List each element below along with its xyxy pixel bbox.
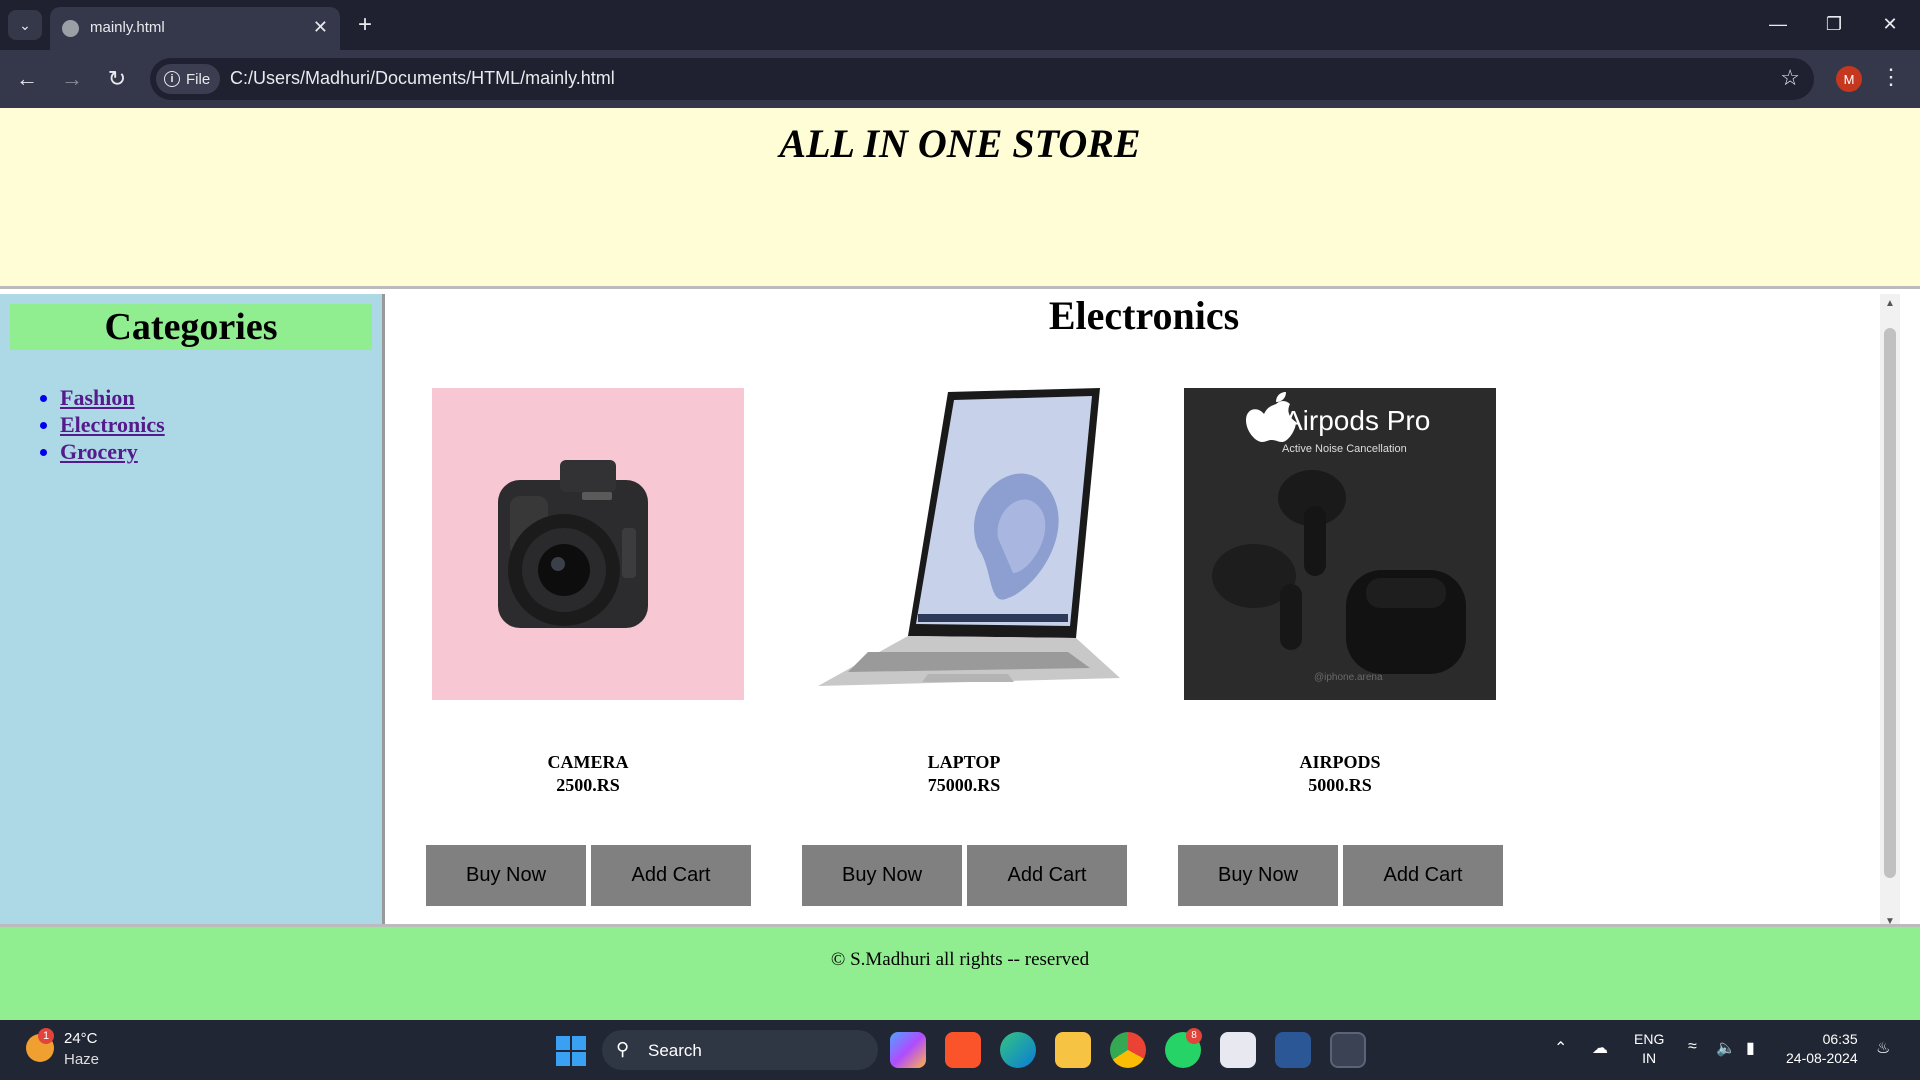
product-section: Electronics CAMERA 2500.RS Buy Now Add C… [388,293,1900,1034]
scrollbar-thumb[interactable] [1884,328,1896,878]
clock[interactable]: 06:35 24-08-2024 [1786,1030,1858,1068]
add-cart-button[interactable]: Add Cart [591,845,751,906]
globe-icon [62,20,79,37]
product-card-camera: CAMERA 2500.RS Buy Now Add Cart [388,388,751,908]
airpods-image[interactable]: Airpods Pro Active Noise Cancellation @i… [1184,388,1496,700]
airpods-image-subtitle: Active Noise Cancellation [1282,443,1407,455]
notification-bell-icon[interactable]: ♨ [1876,1038,1890,1058]
product-card-laptop: LAPTOP 75000.RS Buy Now Add Cart [764,388,1127,908]
browser-toolbar: ← → ↻ i File C:/Users/Madhuri/Documents/… [0,50,1920,108]
category-list: Fashion Electronics Grocery [38,384,165,465]
browser-tabstrip: ⌄ mainly.html ✕ + — ❐ ✕ [0,0,1920,50]
chrome-profile-icon[interactable] [1330,1032,1366,1068]
copilot-icon[interactable] [890,1032,926,1068]
page-footer: © S.Madhuri all rights -- reserved [0,924,1920,1020]
site-info-chip[interactable]: i File [156,64,221,94]
weather-temp: 24°C [64,1030,98,1047]
store-header: ALL IN ONE STORE [0,108,1920,289]
new-tab-button[interactable]: + [350,10,380,40]
chevron-down-icon: ⌄ [19,16,31,33]
clock-date: 24-08-2024 [1786,1050,1858,1066]
product-name: CAMERA [547,752,629,772]
back-arrow-icon[interactable]: ← [10,62,44,96]
category-link-electronics[interactable]: Electronics [60,412,165,437]
product-price: 2500.RS [556,775,620,795]
weather-badge: 1 [38,1028,54,1044]
category-item-fashion: Fashion [60,384,165,411]
scroll-up-icon[interactable]: ▲ [1884,298,1896,309]
buy-now-button[interactable]: Buy Now [802,845,962,906]
forward-arrow-icon[interactable]: → [55,62,89,96]
wifi-icon[interactable]: ≈ [1688,1038,1697,1056]
product-price: 5000.RS [1308,775,1372,795]
airpods-image-watermark: @iphone.arena [1314,672,1383,683]
product-card-airpods: Airpods Pro Active Noise Cancellation @i… [1140,388,1503,908]
lang-line2: IN [1642,1050,1657,1066]
brave-icon[interactable] [945,1032,981,1068]
clock-time: 06:35 [1822,1031,1858,1047]
restore-icon[interactable]: ❐ [1812,8,1856,40]
add-cart-button[interactable]: Add Cart [967,845,1127,906]
category-sidebar: Categories Fashion Electronics Grocery [0,294,385,1034]
camera-image[interactable] [432,388,744,700]
language-indicator[interactable]: ENG IN [1634,1030,1664,1068]
site-info-label: File [186,70,211,88]
category-item-electronics: Electronics [60,411,165,438]
window-close-icon[interactable]: ✕ [1868,8,1912,40]
product-price: 75000.RS [927,775,1001,795]
windows-start-icon[interactable] [556,1036,586,1066]
close-icon[interactable]: ✕ [313,17,328,38]
address-bar[interactable]: i File C:/Users/Madhuri/Documents/HTML/m… [150,58,1814,100]
info-icon: i [164,71,180,87]
product-name: AIRPODS [1299,752,1381,772]
categories-heading: Categories [10,304,372,350]
url-text[interactable]: C:/Users/Madhuri/Documents/HTML/mainly.h… [230,68,615,89]
notepad-icon[interactable] [1220,1032,1256,1068]
search-label: Search [648,1041,702,1060]
section-title: Electronics [1048,293,1240,338]
more-menu-icon[interactable]: ⋮ [1880,64,1902,90]
laptop-image[interactable] [808,388,1120,700]
add-cart-button[interactable]: Add Cart [1343,845,1503,906]
word-icon[interactable] [1275,1032,1311,1068]
product-name: LAPTOP [927,752,1001,772]
cloud-off-icon[interactable]: ☁ [1592,1038,1608,1058]
store-title: ALL IN ONE STORE [779,121,1141,166]
web-page: ALL IN ONE STORE Categories Fashion Elec… [0,108,1920,1034]
lang-line1: ENG [1634,1031,1665,1047]
scrollbar[interactable]: ▲ ▼ [1880,294,1900,934]
speaker-muted-icon[interactable]: 🔈 [1716,1038,1736,1058]
profile-avatar[interactable]: M [1836,66,1862,92]
tab-title: mainly.html [90,19,165,36]
category-link-fashion[interactable]: Fashion [60,385,135,410]
category-link-grocery[interactable]: Grocery [60,439,138,464]
whatsapp-badge: 8 [1186,1028,1202,1044]
reload-icon[interactable]: ↻ [100,62,134,96]
minimize-icon[interactable]: — [1756,8,1800,40]
chrome-icon[interactable] [1110,1032,1146,1068]
star-icon[interactable]: ☆ [1780,65,1800,91]
edge-icon[interactable] [1000,1032,1036,1068]
weather-desc: Haze [64,1051,100,1068]
airpods-image-title: Airpods Pro [1284,405,1430,436]
taskbar: 1 24°C Haze ⚲ Search 8 ⌃ ☁ ENG IN ≈ 🔈 ▮ … [0,1020,1920,1080]
taskbar-search[interactable]: ⚲ Search [602,1030,878,1070]
buy-now-button[interactable]: Buy Now [1178,845,1338,906]
tab-search-button[interactable]: ⌄ [8,10,42,40]
battery-icon[interactable]: ▮ [1746,1038,1755,1058]
chevron-up-icon[interactable]: ⌃ [1554,1038,1567,1058]
file-explorer-icon[interactable] [1055,1032,1091,1068]
footer-text: © S.Madhuri all rights -- reserved [830,949,1090,970]
buy-now-button[interactable]: Buy Now [426,845,586,906]
category-item-grocery: Grocery [60,438,165,465]
browser-tab[interactable]: mainly.html ✕ [50,7,340,50]
search-icon: ⚲ [616,1039,630,1059]
